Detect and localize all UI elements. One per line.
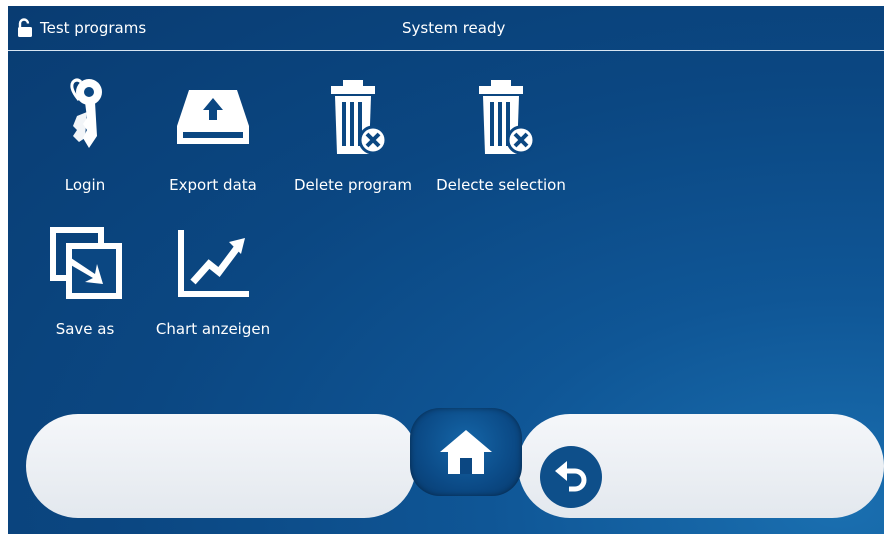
back-button[interactable]: [540, 446, 602, 508]
delete-selection-button[interactable]: Delecte selection: [436, 76, 566, 206]
bottom-nav-bar: [26, 406, 884, 524]
export-data-button[interactable]: Export data: [148, 76, 278, 206]
nav-panel-left: [26, 414, 416, 518]
delete-program-label: Delete program: [293, 176, 413, 194]
trash-delete-icon: [461, 78, 541, 158]
app-screen: Test programs System ready Login Export …: [8, 6, 884, 534]
delete-program-button[interactable]: Delete program: [288, 76, 418, 206]
save-as-button[interactable]: Save as: [20, 224, 150, 354]
delete-selection-label: Delecte selection: [436, 176, 566, 194]
save-as-icon: [45, 224, 125, 304]
home-icon: [440, 430, 492, 474]
export-data-label: Export data: [169, 176, 257, 194]
back-arrow-icon: [555, 461, 587, 492]
home-button[interactable]: [410, 408, 522, 496]
top-bar: Test programs System ready: [8, 6, 884, 51]
keys-icon: [55, 76, 115, 156]
login-button[interactable]: Login: [20, 76, 150, 206]
page-title: Test programs: [40, 19, 147, 37]
chart-trend-icon: [173, 224, 253, 304]
show-chart-label: Chart anzeigen: [155, 320, 271, 338]
show-chart-button[interactable]: Chart anzeigen: [148, 224, 278, 354]
system-status: System ready: [402, 19, 506, 37]
drive-upload-icon: [173, 82, 253, 152]
trash-delete-icon: [313, 78, 393, 158]
unlocked-padlock-icon[interactable]: [14, 18, 34, 42]
